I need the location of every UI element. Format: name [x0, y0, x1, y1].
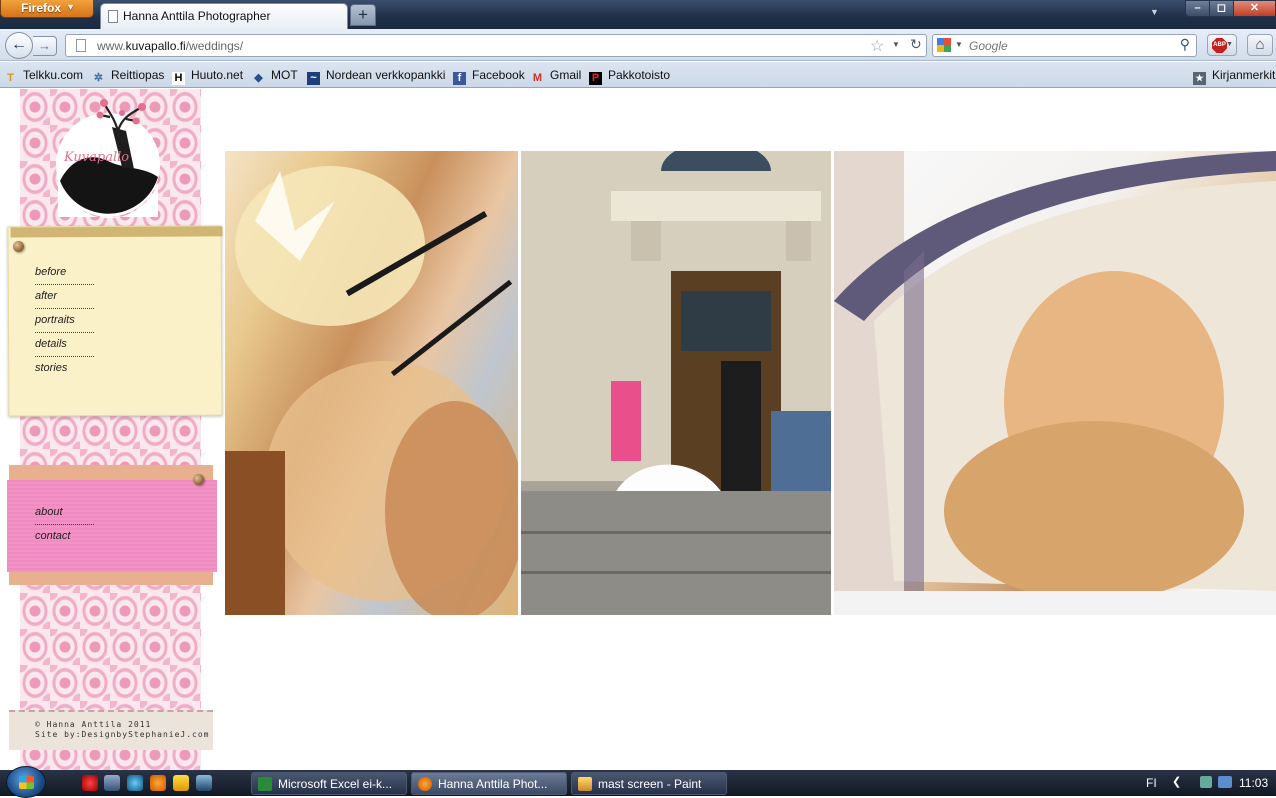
firefox-icon[interactable] [150, 775, 166, 791]
firefox-menu-label: Firefox [21, 1, 62, 15]
menu-item-details[interactable]: details [35, 333, 94, 357]
nordea-icon: ~ [307, 72, 320, 85]
bookmark-star-icon[interactable]: ☆ [870, 36, 884, 56]
bookmark-gmail[interactable]: M Gmail [531, 68, 581, 85]
bookmark-pakkotoisto[interactable]: P Pakkotoisto [589, 68, 670, 85]
menu-item-about[interactable]: about [35, 501, 94, 525]
google-engine-icon[interactable] [937, 38, 951, 52]
url-path: /weddings/ [185, 39, 244, 53]
search-icon[interactable]: ⚲ [1180, 36, 1190, 53]
menu-item-contact[interactable]: contact [35, 525, 94, 549]
logo-text: Kuvapallo [63, 150, 129, 165]
bookmark-telkku[interactable]: T Telkku.com [4, 68, 83, 85]
tab-list-icon[interactable]: ▼ [1150, 7, 1159, 17]
url-domain: kuvapallo.fi [125, 39, 186, 53]
bookmark-nordea[interactable]: ~ Nordean verkkopankki [307, 68, 445, 85]
back-button[interactable]: ← [5, 32, 33, 59]
home-icon[interactable]: ⌂ [1247, 34, 1273, 56]
bride-car-window-photo[interactable] [834, 151, 1276, 615]
pakkotoisto-icon: P [589, 72, 602, 85]
firefox-menu-button[interactable]: Firefox ▼ [0, 0, 94, 18]
task-firefox-active[interactable]: Hanna Anttila Phot... [411, 772, 567, 795]
facebook-icon: f [453, 72, 466, 85]
church-steps-photo[interactable] [521, 151, 831, 615]
bookmark-huuto[interactable]: H Huuto.net [172, 68, 243, 85]
bookmark-reittiopas[interactable]: ✲ Reittiopas [92, 68, 164, 85]
search-bar[interactable]: ▼ Google ⚲ [932, 34, 1197, 57]
bride-makeup-photo[interactable] [225, 151, 518, 615]
url-history-dropdown-icon[interactable]: ▼ [892, 40, 900, 49]
maximize-button[interactable]: ◻ [1209, 0, 1234, 17]
navigation-toolbar: ← → www.kuvapallo.fi/weddings/ ☆ ▼ ↻ ▼ G… [0, 29, 1276, 61]
bookmark-kirjanmerkit[interactable]: ★ Kirjanmerkit [1193, 68, 1275, 85]
address-bar[interactable]: www.kuvapallo.fi/weddings/ ☆ ▼ ↻ [65, 34, 927, 57]
firefox-icon [418, 777, 432, 791]
gmail-icon: M [532, 72, 543, 84]
url-prefix: www. [97, 39, 126, 53]
show-desktop-icon[interactable] [104, 775, 120, 791]
telkku-icon: T [7, 72, 14, 84]
task-paint[interactable]: mast screen - Paint [571, 772, 727, 795]
pushpin-icon [193, 474, 204, 485]
paint-icon [578, 777, 592, 791]
window-title-bar: Firefox ▼ Hanna Anttila Photographer + ▼… [0, 0, 1276, 29]
forward-button[interactable]: → [33, 36, 57, 56]
quicklaunch-app-icon[interactable] [82, 775, 98, 791]
excel-icon [258, 777, 272, 791]
site-footer: © Hanna Anttila 2011 Site by:DesignbySte… [9, 710, 213, 750]
secondary-menu: about contact [35, 501, 94, 549]
new-tab-button[interactable]: + [350, 4, 376, 26]
minimize-button[interactable]: – [1185, 0, 1210, 17]
chevron-down-icon[interactable]: ▼ [955, 40, 963, 49]
start-button[interactable] [6, 766, 46, 798]
bookmarks-toolbar: T Telkku.com ✲ Reittiopas H Huuto.net ◆ MOT … [0, 62, 1276, 88]
media-player-icon[interactable] [173, 775, 189, 791]
browser-tab-active[interactable]: Hanna Anttila Photographer [100, 3, 348, 29]
gear-icon: ✲ [93, 72, 104, 84]
page-icon [108, 10, 118, 23]
main-menu: before after portraits details stories [35, 261, 94, 381]
menu-item-before[interactable]: before [35, 261, 94, 285]
huuto-icon: H [172, 72, 185, 85]
web-page: Kuvapallo before after portraits details… [0, 89, 1276, 770]
designer-credit-link[interactable]: Site by:DesignbyStephanieJ.com [35, 730, 213, 740]
windows-taskbar: Microsoft Excel ei-k... Hanna Anttila Ph… [0, 766, 1276, 798]
site-identity-icon[interactable] [76, 39, 86, 52]
internet-explorer-icon[interactable] [127, 775, 143, 791]
windows-logo-icon [19, 776, 34, 789]
tab-title: Hanna Anttila Photographer [123, 9, 271, 23]
language-indicator[interactable]: FI [1146, 776, 1157, 790]
menu-item-after[interactable]: after [35, 285, 94, 309]
copyright-text: © Hanna Anttila 2011 [35, 720, 152, 729]
note-tape [10, 226, 223, 238]
clock[interactable]: 11:03 [1239, 776, 1268, 790]
desktop-icon[interactable] [196, 775, 212, 791]
tray-expand-icon[interactable]: ❮ [1172, 775, 1181, 788]
menu-item-stories[interactable]: stories [35, 357, 94, 381]
bookmarks-icon: ★ [1193, 72, 1206, 85]
bookmark-mot[interactable]: ◆ MOT [252, 68, 297, 85]
chevron-down-icon: ▼ [66, 2, 75, 12]
bookmark-facebook[interactable]: f Facebook [453, 68, 525, 85]
kuvapallo-logo[interactable]: Kuvapallo [52, 97, 164, 221]
reload-icon[interactable]: ↻ [910, 36, 922, 53]
pushpin-icon [13, 241, 24, 252]
book-icon: ◆ [254, 72, 263, 84]
tray-app-icon[interactable] [1200, 776, 1212, 788]
task-excel[interactable]: Microsoft Excel ei-k... [251, 772, 407, 795]
adblock-plus-icon[interactable]: ABP ▼ [1207, 34, 1237, 56]
menu-item-portraits[interactable]: portraits [35, 309, 94, 333]
network-icon[interactable] [1218, 776, 1232, 788]
close-button[interactable]: ✕ [1233, 0, 1276, 17]
search-input-placeholder: Google [969, 39, 1008, 53]
